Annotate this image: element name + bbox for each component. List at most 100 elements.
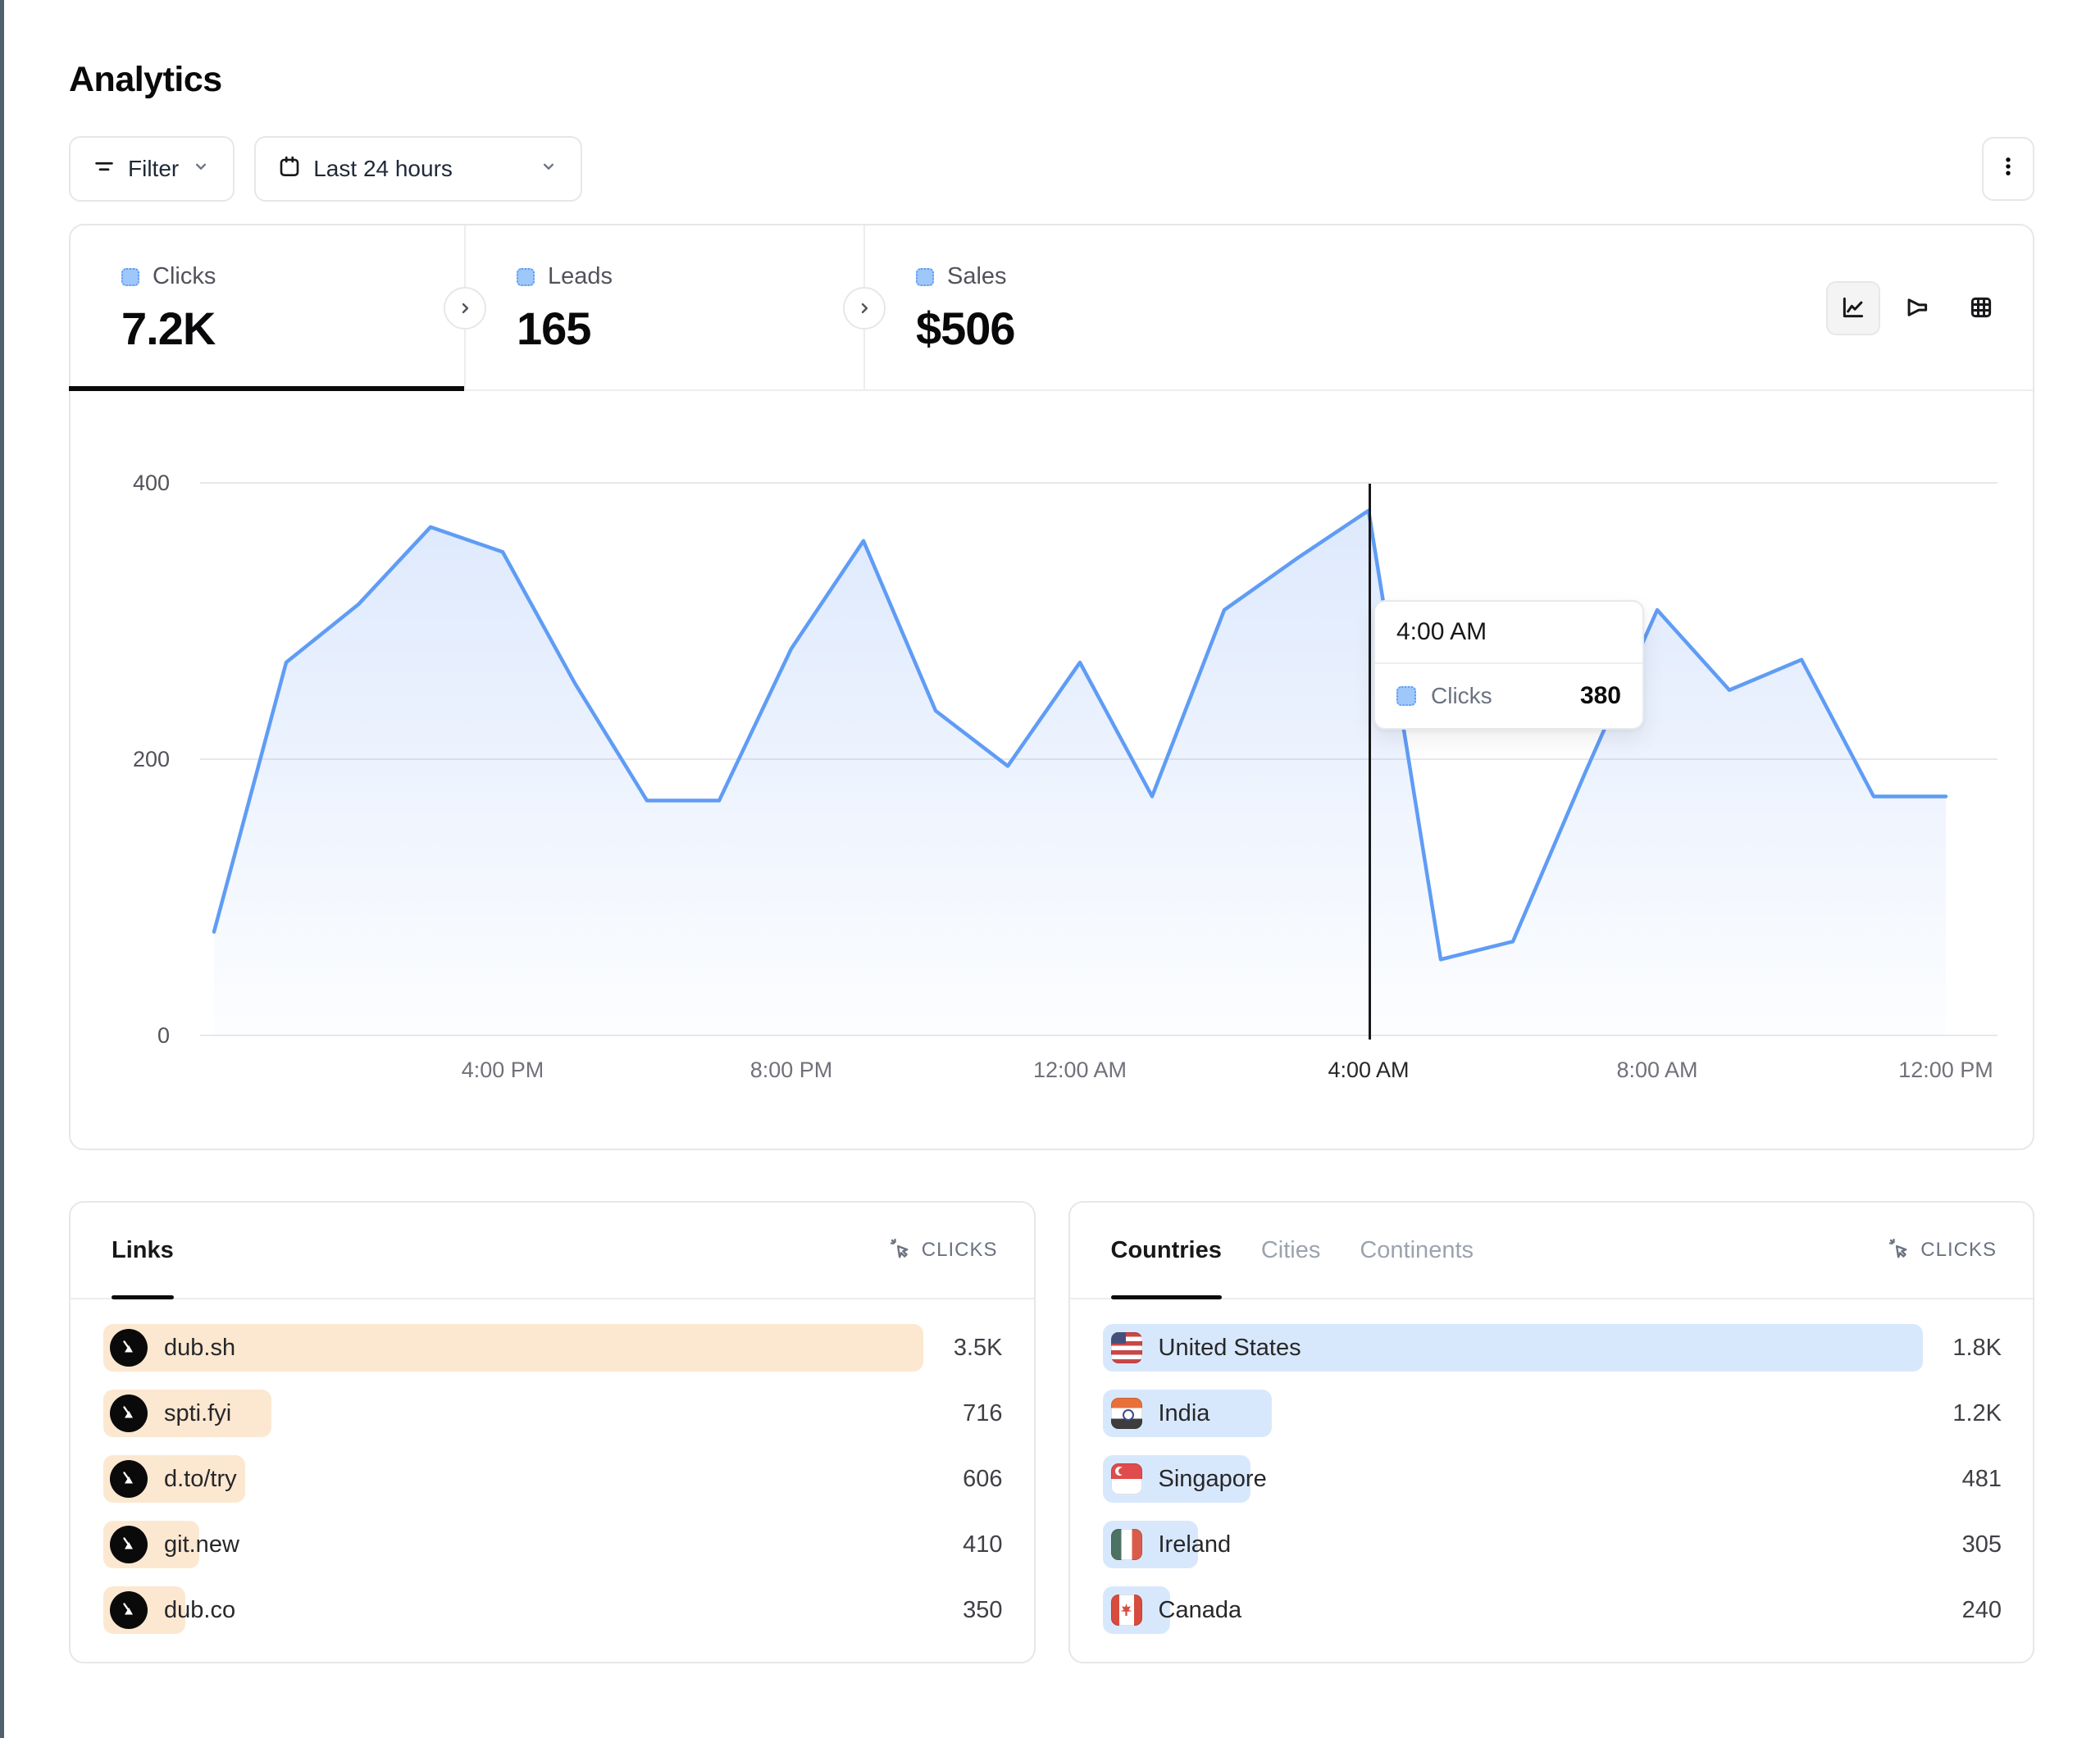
leads-legend-swatch (517, 268, 535, 286)
filter-button[interactable]: Filter (69, 136, 235, 202)
y-axis-label: 400 (71, 471, 170, 495)
chevron-right-icon[interactable] (444, 287, 486, 330)
country-row[interactable]: Canada 240 (1103, 1586, 2002, 1634)
clicks-legend-swatch (1396, 686, 1416, 706)
link-row[interactable]: dub.sh 3.5K (103, 1324, 1003, 1372)
countries-list: United States 1.8K India 1.2K Singapore … (1070, 1299, 2034, 1634)
calendar-icon (277, 154, 302, 184)
link-clicks-value: 350 (963, 1597, 1002, 1624)
cursor-click-icon (1886, 1235, 1911, 1266)
clicks-legend-swatch (121, 268, 139, 286)
links-panel-header: Links CLICKS (71, 1203, 1034, 1299)
tab-cities[interactable]: Cities (1261, 1203, 1321, 1298)
country-name: Canada (1159, 1597, 1242, 1624)
filter-button-label: Filter (128, 156, 179, 182)
line-chart-icon (1839, 293, 1867, 324)
chevron-down-icon (190, 156, 212, 183)
more-options-button[interactable] (1982, 137, 2034, 201)
chart-crosshair (1369, 484, 1371, 1040)
toolbar: Filter Last 24 hours (69, 136, 2034, 202)
tooltip-value: 380 (1580, 682, 1621, 710)
countries-panel: Countries Cities Continents CLICKS (1068, 1201, 2035, 1663)
tab-links[interactable]: Links (112, 1203, 174, 1298)
funnel-chart-icon (1903, 293, 1931, 324)
country-clicks-value: 481 (1962, 1466, 2002, 1493)
country-name: India (1159, 1400, 1210, 1427)
country-clicks-value: 1.2K (1952, 1400, 2002, 1427)
link-row[interactable]: spti.fyi 716 (103, 1390, 1003, 1437)
line-chart-view-button[interactable] (1826, 281, 1880, 335)
dub-logo-icon (110, 1526, 148, 1563)
link-clicks-value: 606 (963, 1466, 1002, 1493)
country-row[interactable]: Ireland 305 (1103, 1521, 2002, 1568)
analytics-page: Analytics Filter Last 24 hou (69, 0, 2034, 1663)
date-range-button[interactable]: Last 24 hours (254, 136, 582, 202)
tab-clicks[interactable]: Clicks 7.2K (71, 225, 466, 389)
stat-label: Clicks (153, 263, 216, 290)
metric-label: CLICKS (922, 1239, 998, 1262)
country-name: Ireland (1159, 1531, 1232, 1558)
link-clicks-value: 410 (963, 1531, 1002, 1558)
tab-countries[interactable]: Countries (1111, 1203, 1222, 1298)
date-range-label: Last 24 hours (313, 156, 453, 182)
country-row[interactable]: Singapore 481 (1103, 1455, 2002, 1503)
link-clicks-value: 716 (963, 1400, 1002, 1427)
chevron-down-icon (538, 156, 559, 183)
link-name: git.new (164, 1531, 239, 1558)
stats-tabs: Clicks 7.2K Leads 165 (71, 225, 2033, 391)
dub-logo-icon (110, 1394, 148, 1432)
country-clicks-value: 1.8K (1952, 1335, 2002, 1362)
dub-logo-icon (110, 1591, 148, 1629)
window-edge (0, 0, 4, 1738)
table-grid-icon (1967, 293, 1995, 324)
link-name: d.to/try (164, 1466, 237, 1493)
country-clicks-value: 240 (1962, 1597, 2002, 1624)
x-axis-label: 8:00 PM (750, 1058, 833, 1083)
tooltip-time: 4:00 AM (1375, 602, 1642, 664)
country-flag-icon (1111, 1332, 1142, 1363)
clicks-area-chart: 400 200 0 4:00 AM Clicks 380 (71, 391, 2033, 1149)
y-axis-label: 0 (71, 1023, 170, 1048)
sales-legend-swatch (916, 268, 934, 286)
clicks-metric-toggle[interactable]: CLICKS (887, 1235, 998, 1266)
link-name: dub.sh (164, 1335, 235, 1362)
link-name: spti.fyi (164, 1400, 231, 1427)
dub-logo-icon (110, 1329, 148, 1367)
country-flag-icon (1111, 1529, 1142, 1560)
x-axis-label: 4:00 AM (1328, 1058, 1409, 1083)
x-axis-label: 4:00 PM (462, 1058, 544, 1083)
analytics-chart-card: Clicks 7.2K Leads 165 (69, 224, 2034, 1150)
links-list: dub.sh 3.5K spti.fyi 716 d.t (71, 1299, 1034, 1634)
link-row[interactable]: d.to/try 606 (103, 1455, 1003, 1503)
country-row[interactable]: United States 1.8K (1103, 1324, 2002, 1372)
tab-leads[interactable]: Leads 165 (466, 225, 865, 389)
link-clicks-value: 3.5K (954, 1335, 1003, 1362)
countries-panel-header: Countries Cities Continents CLICKS (1070, 1203, 2034, 1299)
x-axis-label: 12:00 PM (1898, 1058, 1993, 1083)
country-row[interactable]: India 1.2K (1103, 1390, 2002, 1437)
stat-label: Sales (947, 263, 1007, 290)
stat-value: 165 (517, 302, 863, 355)
y-axis-label: 200 (71, 747, 170, 771)
cursor-click-icon (887, 1235, 912, 1266)
chevron-right-icon[interactable] (843, 287, 886, 330)
link-row[interactable]: git.new 410 (103, 1521, 1003, 1568)
country-name: Singapore (1159, 1466, 1267, 1493)
funnel-chart-view-button[interactable] (1890, 281, 1944, 335)
country-flag-icon (1111, 1595, 1142, 1626)
link-name: dub.co (164, 1597, 235, 1624)
chart-view-switcher (1826, 281, 2008, 335)
tab-continents[interactable]: Continents (1360, 1203, 1474, 1298)
country-flag-icon (1111, 1463, 1142, 1495)
links-panel: Links CLICKS (69, 1201, 1036, 1663)
x-axis-label: 12:00 AM (1033, 1058, 1127, 1083)
table-view-button[interactable] (1954, 281, 2008, 335)
link-row[interactable]: dub.co 350 (103, 1586, 1003, 1634)
clicks-metric-toggle[interactable]: CLICKS (1886, 1235, 1997, 1266)
chart-tooltip: 4:00 AM Clicks 380 (1373, 600, 1644, 730)
area-chart-canvas[interactable] (190, 443, 2002, 1041)
stat-label: Leads (548, 263, 613, 290)
stat-value: 7.2K (121, 302, 464, 355)
page-title: Analytics (69, 60, 2034, 100)
tooltip-series-label: Clicks (1431, 683, 1492, 709)
